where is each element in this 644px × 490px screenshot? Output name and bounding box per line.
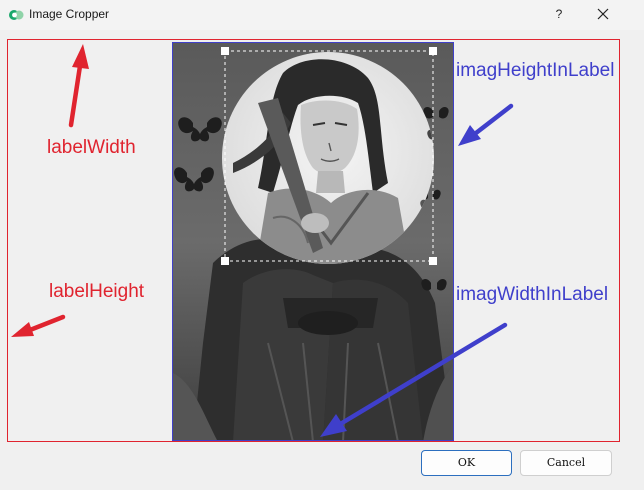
close-button[interactable] xyxy=(590,3,616,25)
image-preview[interactable] xyxy=(172,42,454,441)
window-title: Image Cropper xyxy=(29,7,110,21)
help-button[interactable]: ? xyxy=(546,3,572,25)
annotation-label-height: labelHeight xyxy=(49,281,145,302)
annotation-image-height-in-label: imagHeightInLabel xyxy=(456,60,615,81)
image-cropper-dialog: Image Cropper ? labelWidth labelHeight i… xyxy=(0,0,644,490)
title-bar: Image Cropper ? xyxy=(0,0,644,30)
cancel-button[interactable]: Cancel xyxy=(520,450,612,476)
crop-handle-bottom-left[interactable] xyxy=(221,257,229,265)
crop-handle-bottom-right[interactable] xyxy=(429,257,437,265)
app-icon xyxy=(8,7,24,23)
crop-handle-top-left[interactable] xyxy=(221,47,229,55)
annotation-label-width: labelWidth xyxy=(47,137,136,158)
crop-handle-top-right[interactable] xyxy=(429,47,437,55)
ok-button[interactable]: OK xyxy=(421,450,512,476)
annotation-image-width-in-label: imagWidthInLabel xyxy=(456,284,609,305)
close-icon xyxy=(597,8,609,20)
